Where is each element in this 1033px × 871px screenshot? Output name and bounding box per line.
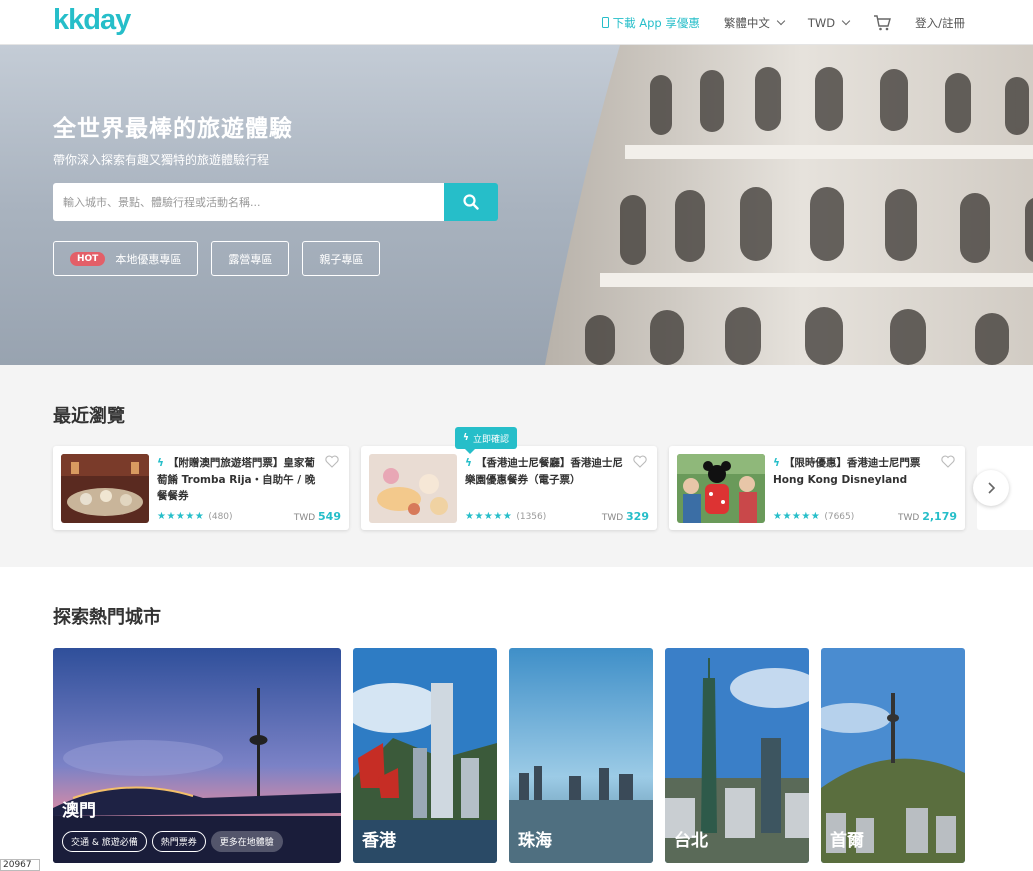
city-name: 首爾 [830,831,864,851]
badge-label: 立即確認 [472,434,509,445]
product-card[interactable]: ϟ 【附贈澳門旅遊塔門票】皇家葡萄餚 Tromba Rija・自助午 / 晚餐餐券… [53,446,349,530]
price: TWD 549 [294,510,341,523]
chevron-right-icon [988,482,996,494]
login-link[interactable]: 登入/註冊 [915,15,965,31]
price-currency: TWD [898,513,920,523]
language-select[interactable]: 繁體中文 [723,15,786,31]
rating: ★★★★★ (1356) [465,511,546,522]
tag-tickets[interactable]: 熱門票券 [151,831,206,852]
instant-confirm-badge: ϟ 立即確認 [455,427,517,454]
product-card[interactable]: ϟ 【香港迪士尼餐廳】香港迪士尼樂園優惠餐券（電子票） ★★★★★ (1356) T… [361,446,657,530]
instant-confirm-icon: ϟ [157,457,164,469]
instant-confirm-icon: ϟ [773,457,780,469]
star-rating-icon: ★★★★★ [773,511,821,522]
phone-icon [601,17,609,28]
star-rating-icon: ★★★★★ [157,511,205,522]
search-icon [463,194,479,210]
download-app-link[interactable]: 下載 App 享優惠 [601,15,700,31]
product-title-text: 【限時優惠】香港迪士尼門票 Hong Kong Disneyland [773,457,921,486]
cart-icon [874,14,892,30]
chip-local-deals[interactable]: HOT 本地優惠專區 [53,241,199,276]
hero-subtitle: 帶你深入探索有趣又獨特的旅遊體驗行程 [53,153,270,167]
chevron-down-icon [841,16,851,25]
currency-label: TWD [807,15,836,30]
tag-transport[interactable]: 交通 & 旅遊必備 [62,831,147,852]
section-title: 探索熱門城市 [53,607,161,628]
heart-icon[interactable] [633,455,647,468]
review-count: (7665) [824,511,855,522]
star-rating-icon: ★★★★★ [465,511,513,522]
city-name: 台北 [674,831,708,851]
language-label: 繁體中文 [723,15,770,30]
heart-icon[interactable] [941,455,955,468]
product-title-text: 【香港迪士尼餐廳】香港迪士尼樂園優惠餐券（電子票） [465,457,623,486]
review-count: (1356) [516,511,547,522]
rating: ★★★★★ (7665) [773,511,854,522]
tag-more[interactable]: 更多在地體驗 [210,831,283,852]
carousel-next-button[interactable] [973,470,1009,506]
instant-confirm-icon: ϟ [465,457,472,469]
top-nav: kkday 下載 App 享優惠 繁體中文 TWD 登入/註冊 [0,0,1033,45]
currency-select[interactable]: TWD [807,15,851,30]
chip-label: 露營專區 [228,252,273,266]
city-card-taipei[interactable]: 台北 [665,648,809,863]
tower-image [545,45,1033,365]
product-image [369,454,457,523]
price-value: 549 [318,510,341,523]
city-name: 珠海 [518,831,552,851]
product-image [61,454,149,523]
product-title: ϟ 【附贈澳門旅遊塔門票】皇家葡萄餚 Tromba Rija・自助午 / 晚餐餐券 [157,455,317,505]
cart-button[interactable] [873,14,892,31]
rating: ★★★★★ (480) [157,511,233,522]
product-image [677,454,765,523]
city-card-hongkong[interactable]: 香港 [353,648,497,863]
chip-family[interactable]: 親子專區 [302,241,381,276]
product-title: ϟ 【香港迪士尼餐廳】香港迪士尼樂園優惠餐券（電子票） [465,455,625,488]
promo-chips: HOT 本地優惠專區 露營專區 親子專區 [53,241,393,276]
city-card-zhuhai[interactable]: 珠海 [509,648,653,863]
chip-camping[interactable]: 露營專區 [211,241,290,276]
heart-icon[interactable] [325,455,339,468]
city-card-macau[interactable]: 澳門 交通 & 旅遊必備 熱門票券 更多在地體驗 [53,648,341,863]
product-card[interactable]: ϟ 【限時優惠】香港迪士尼門票 Hong Kong Disneyland ★★★★… [669,446,965,530]
price-currency: TWD [293,513,316,523]
chip-label: 本地優惠專區 [115,252,182,266]
hero-banner: 全世界最棒的旅遊體驗 帶你深入探索有趣又獨特的旅遊體驗行程 HOT 本地優惠專區… [0,45,1033,365]
city-tags: 交通 & 旅遊必備 熱門票券 更多在地體驗 [62,831,288,852]
nav-links: 下載 App 享優惠 繁體中文 TWD 登入/註冊 [578,0,965,45]
download-app-label: 下載 App 享優惠 [612,15,700,30]
search-bar [53,183,498,221]
city-name: 香港 [362,831,396,851]
price-value: 2,179 [922,510,957,523]
section-title: 最近瀏覽 [53,406,125,427]
review-count: (480) [208,511,233,522]
search-button[interactable] [444,183,498,221]
corner-label: 20967 [0,859,40,871]
recently-viewed-section: 最近瀏覽 ϟ 【附贈澳門旅遊塔門票】皇家葡萄餚 Tromba Rija・自助午 /… [0,365,1033,567]
price-value: 329 [626,510,649,523]
price: TWD 2,179 [898,510,957,523]
kkday-logo[interactable]: kkday [53,4,131,37]
chevron-down-icon [776,16,786,25]
city-card-seoul[interactable]: 首爾 [821,648,965,863]
product-title-text: 【附贈澳門旅遊塔門票】皇家葡萄餚 Tromba Rija・自助午 / 晚餐餐券 [157,457,316,502]
hot-badge: HOT [70,251,106,266]
product-title: ϟ 【限時優惠】香港迪士尼門票 Hong Kong Disneyland [773,455,933,488]
price-currency: TWD [601,513,624,523]
chip-label: 親子專區 [319,252,364,266]
hero-title: 全世界最棒的旅遊體驗 [53,116,293,142]
search-input[interactable] [53,183,444,221]
bolt-icon: ϟ [463,433,469,443]
city-name: 澳門 [62,801,96,821]
price: TWD 329 [602,510,649,523]
